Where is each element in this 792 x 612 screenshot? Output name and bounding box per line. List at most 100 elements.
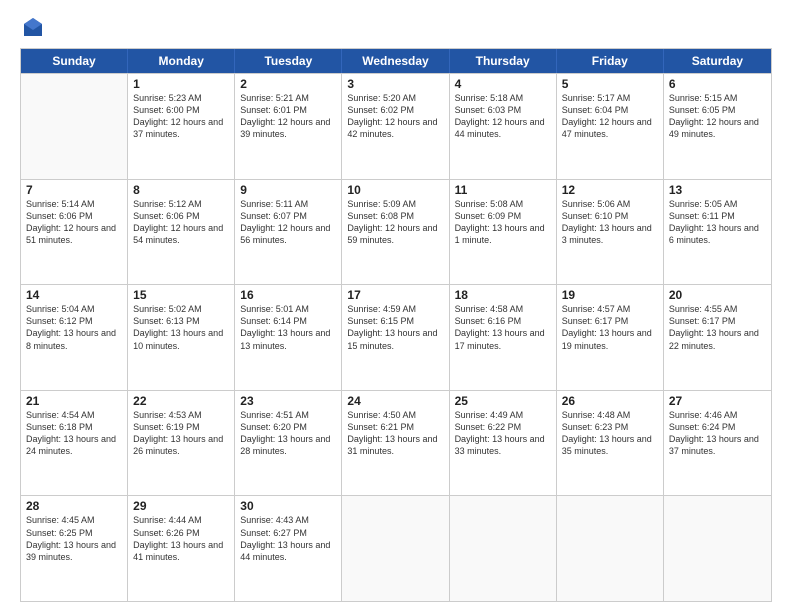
calendar-day-5: 5Sunrise: 5:17 AM Sunset: 6:04 PM Daylig… xyxy=(557,74,664,179)
calendar-day-9: 9Sunrise: 5:11 AM Sunset: 6:07 PM Daylig… xyxy=(235,180,342,285)
day-info: Sunrise: 4:50 AM Sunset: 6:21 PM Dayligh… xyxy=(347,409,443,458)
day-number: 12 xyxy=(562,183,658,197)
day-number: 10 xyxy=(347,183,443,197)
calendar-day-3: 3Sunrise: 5:20 AM Sunset: 6:02 PM Daylig… xyxy=(342,74,449,179)
day-info: Sunrise: 4:48 AM Sunset: 6:23 PM Dayligh… xyxy=(562,409,658,458)
day-info: Sunrise: 4:44 AM Sunset: 6:26 PM Dayligh… xyxy=(133,514,229,563)
day-info: Sunrise: 5:05 AM Sunset: 6:11 PM Dayligh… xyxy=(669,198,766,247)
calendar-day-20: 20Sunrise: 4:55 AM Sunset: 6:17 PM Dayli… xyxy=(664,285,771,390)
calendar-day-25: 25Sunrise: 4:49 AM Sunset: 6:22 PM Dayli… xyxy=(450,391,557,496)
day-info: Sunrise: 4:46 AM Sunset: 6:24 PM Dayligh… xyxy=(669,409,766,458)
calendar-day-6: 6Sunrise: 5:15 AM Sunset: 6:05 PM Daylig… xyxy=(664,74,771,179)
day-info: Sunrise: 5:06 AM Sunset: 6:10 PM Dayligh… xyxy=(562,198,658,247)
day-info: Sunrise: 4:43 AM Sunset: 6:27 PM Dayligh… xyxy=(240,514,336,563)
day-info: Sunrise: 5:14 AM Sunset: 6:06 PM Dayligh… xyxy=(26,198,122,247)
calendar-day-19: 19Sunrise: 4:57 AM Sunset: 6:17 PM Dayli… xyxy=(557,285,664,390)
calendar-day-11: 11Sunrise: 5:08 AM Sunset: 6:09 PM Dayli… xyxy=(450,180,557,285)
day-number: 21 xyxy=(26,394,122,408)
day-number: 30 xyxy=(240,499,336,513)
day-info: Sunrise: 4:51 AM Sunset: 6:20 PM Dayligh… xyxy=(240,409,336,458)
calendar: SundayMondayTuesdayWednesdayThursdayFrid… xyxy=(20,48,772,602)
day-number: 19 xyxy=(562,288,658,302)
day-number: 14 xyxy=(26,288,122,302)
calendar-day-30: 30Sunrise: 4:43 AM Sunset: 6:27 PM Dayli… xyxy=(235,496,342,601)
calendar-day-26: 26Sunrise: 4:48 AM Sunset: 6:23 PM Dayli… xyxy=(557,391,664,496)
day-info: Sunrise: 4:59 AM Sunset: 6:15 PM Dayligh… xyxy=(347,303,443,352)
calendar-empty-cell xyxy=(342,496,449,601)
day-info: Sunrise: 5:20 AM Sunset: 6:02 PM Dayligh… xyxy=(347,92,443,141)
day-number: 23 xyxy=(240,394,336,408)
day-number: 27 xyxy=(669,394,766,408)
calendar-day-16: 16Sunrise: 5:01 AM Sunset: 6:14 PM Dayli… xyxy=(235,285,342,390)
day-number: 20 xyxy=(669,288,766,302)
calendar-day-24: 24Sunrise: 4:50 AM Sunset: 6:21 PM Dayli… xyxy=(342,391,449,496)
day-info: Sunrise: 4:53 AM Sunset: 6:19 PM Dayligh… xyxy=(133,409,229,458)
day-info: Sunrise: 5:04 AM Sunset: 6:12 PM Dayligh… xyxy=(26,303,122,352)
calendar-row-2: 7Sunrise: 5:14 AM Sunset: 6:06 PM Daylig… xyxy=(21,179,771,285)
calendar-day-4: 4Sunrise: 5:18 AM Sunset: 6:03 PM Daylig… xyxy=(450,74,557,179)
day-number: 17 xyxy=(347,288,443,302)
day-number: 16 xyxy=(240,288,336,302)
calendar-day-17: 17Sunrise: 4:59 AM Sunset: 6:15 PM Dayli… xyxy=(342,285,449,390)
day-number: 5 xyxy=(562,77,658,91)
day-number: 15 xyxy=(133,288,229,302)
calendar-day-10: 10Sunrise: 5:09 AM Sunset: 6:08 PM Dayli… xyxy=(342,180,449,285)
weekday-header-wednesday: Wednesday xyxy=(342,49,449,73)
day-number: 4 xyxy=(455,77,551,91)
calendar-day-15: 15Sunrise: 5:02 AM Sunset: 6:13 PM Dayli… xyxy=(128,285,235,390)
calendar-day-13: 13Sunrise: 5:05 AM Sunset: 6:11 PM Dayli… xyxy=(664,180,771,285)
day-info: Sunrise: 5:18 AM Sunset: 6:03 PM Dayligh… xyxy=(455,92,551,141)
calendar-day-14: 14Sunrise: 5:04 AM Sunset: 6:12 PM Dayli… xyxy=(21,285,128,390)
day-info: Sunrise: 4:57 AM Sunset: 6:17 PM Dayligh… xyxy=(562,303,658,352)
calendar-row-3: 14Sunrise: 5:04 AM Sunset: 6:12 PM Dayli… xyxy=(21,284,771,390)
day-info: Sunrise: 4:55 AM Sunset: 6:17 PM Dayligh… xyxy=(669,303,766,352)
day-number: 3 xyxy=(347,77,443,91)
day-info: Sunrise: 5:08 AM Sunset: 6:09 PM Dayligh… xyxy=(455,198,551,247)
calendar-day-1: 1Sunrise: 5:23 AM Sunset: 6:00 PM Daylig… xyxy=(128,74,235,179)
calendar-day-21: 21Sunrise: 4:54 AM Sunset: 6:18 PM Dayli… xyxy=(21,391,128,496)
day-info: Sunrise: 5:02 AM Sunset: 6:13 PM Dayligh… xyxy=(133,303,229,352)
calendar-empty-cell xyxy=(664,496,771,601)
day-number: 11 xyxy=(455,183,551,197)
day-info: Sunrise: 4:58 AM Sunset: 6:16 PM Dayligh… xyxy=(455,303,551,352)
calendar-day-18: 18Sunrise: 4:58 AM Sunset: 6:16 PM Dayli… xyxy=(450,285,557,390)
calendar-day-22: 22Sunrise: 4:53 AM Sunset: 6:19 PM Dayli… xyxy=(128,391,235,496)
day-number: 1 xyxy=(133,77,229,91)
calendar-day-29: 29Sunrise: 4:44 AM Sunset: 6:26 PM Dayli… xyxy=(128,496,235,601)
day-info: Sunrise: 5:11 AM Sunset: 6:07 PM Dayligh… xyxy=(240,198,336,247)
day-info: Sunrise: 5:23 AM Sunset: 6:00 PM Dayligh… xyxy=(133,92,229,141)
day-info: Sunrise: 5:15 AM Sunset: 6:05 PM Dayligh… xyxy=(669,92,766,141)
day-number: 18 xyxy=(455,288,551,302)
calendar-day-2: 2Sunrise: 5:21 AM Sunset: 6:01 PM Daylig… xyxy=(235,74,342,179)
day-number: 22 xyxy=(133,394,229,408)
calendar-day-12: 12Sunrise: 5:06 AM Sunset: 6:10 PM Dayli… xyxy=(557,180,664,285)
calendar-empty-cell xyxy=(21,74,128,179)
day-number: 29 xyxy=(133,499,229,513)
day-number: 7 xyxy=(26,183,122,197)
calendar-empty-cell xyxy=(450,496,557,601)
header xyxy=(20,16,772,38)
day-info: Sunrise: 5:12 AM Sunset: 6:06 PM Dayligh… xyxy=(133,198,229,247)
calendar-header: SundayMondayTuesdayWednesdayThursdayFrid… xyxy=(21,49,771,73)
calendar-body: 1Sunrise: 5:23 AM Sunset: 6:00 PM Daylig… xyxy=(21,73,771,601)
logo xyxy=(20,16,44,38)
calendar-day-7: 7Sunrise: 5:14 AM Sunset: 6:06 PM Daylig… xyxy=(21,180,128,285)
weekday-header-saturday: Saturday xyxy=(664,49,771,73)
calendar-day-23: 23Sunrise: 4:51 AM Sunset: 6:20 PM Dayli… xyxy=(235,391,342,496)
calendar-row-5: 28Sunrise: 4:45 AM Sunset: 6:25 PM Dayli… xyxy=(21,495,771,601)
page: SundayMondayTuesdayWednesdayThursdayFrid… xyxy=(0,0,792,612)
weekday-header-tuesday: Tuesday xyxy=(235,49,342,73)
day-info: Sunrise: 4:49 AM Sunset: 6:22 PM Dayligh… xyxy=(455,409,551,458)
calendar-day-27: 27Sunrise: 4:46 AM Sunset: 6:24 PM Dayli… xyxy=(664,391,771,496)
logo-icon xyxy=(22,16,44,38)
day-info: Sunrise: 5:21 AM Sunset: 6:01 PM Dayligh… xyxy=(240,92,336,141)
calendar-day-28: 28Sunrise: 4:45 AM Sunset: 6:25 PM Dayli… xyxy=(21,496,128,601)
day-number: 9 xyxy=(240,183,336,197)
day-number: 13 xyxy=(669,183,766,197)
day-number: 6 xyxy=(669,77,766,91)
calendar-empty-cell xyxy=(557,496,664,601)
day-info: Sunrise: 5:01 AM Sunset: 6:14 PM Dayligh… xyxy=(240,303,336,352)
calendar-day-8: 8Sunrise: 5:12 AM Sunset: 6:06 PM Daylig… xyxy=(128,180,235,285)
day-number: 24 xyxy=(347,394,443,408)
day-number: 8 xyxy=(133,183,229,197)
